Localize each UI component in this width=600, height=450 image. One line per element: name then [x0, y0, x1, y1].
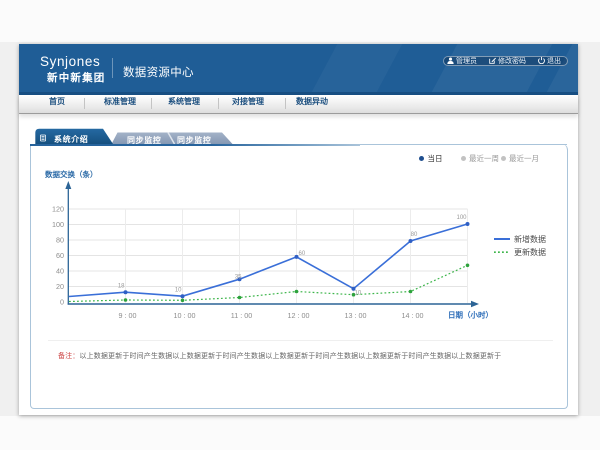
svg-text:14 : 00: 14 : 00: [402, 311, 424, 320]
svg-text:0: 0: [60, 298, 64, 307]
svg-text:20: 20: [56, 282, 64, 291]
svg-text:12 : 00: 12 : 00: [288, 311, 310, 320]
svg-text:数据交换（条）: 数据交换（条）: [45, 169, 98, 179]
svg-text:100: 100: [456, 215, 467, 221]
svg-text:18: 18: [118, 284, 125, 290]
svg-text:60: 60: [299, 251, 306, 257]
svg-text:新增数据: 新增数据: [514, 234, 546, 244]
svg-text:80: 80: [411, 232, 418, 238]
svg-text:100: 100: [52, 220, 64, 229]
svg-text:10 : 00: 10 : 00: [174, 311, 196, 320]
svg-text:10: 10: [175, 288, 182, 294]
svg-text:120: 120: [52, 205, 64, 214]
svg-text:更新数据: 更新数据: [514, 247, 546, 257]
svg-text:11 : 00: 11 : 00: [231, 311, 252, 320]
svg-text:13 : 00: 13 : 00: [345, 311, 367, 320]
svg-text:60: 60: [56, 251, 64, 260]
svg-text:9 : 00: 9 : 00: [119, 311, 137, 320]
svg-text:80: 80: [56, 236, 64, 245]
svg-text:10: 10: [355, 291, 362, 297]
svg-text:40: 40: [56, 267, 64, 276]
svg-text:35: 35: [235, 275, 242, 281]
svg-text:日期（小时）: 日期（小时）: [448, 310, 493, 320]
